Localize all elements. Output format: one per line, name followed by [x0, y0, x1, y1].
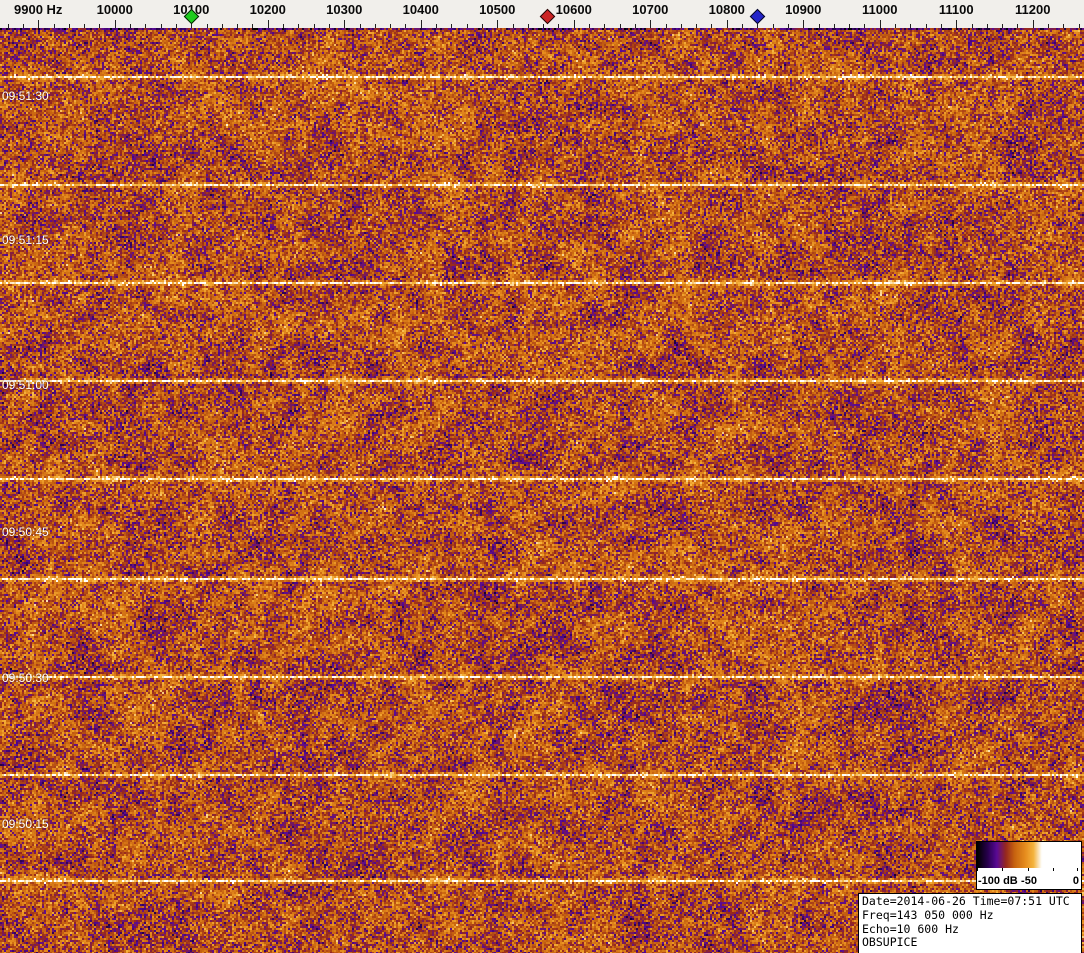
ruler-tick [864, 24, 865, 28]
info-frequency: Freq=143 050 000 Hz [862, 909, 1078, 923]
ruler-tick [727, 20, 728, 28]
ruler-tick [360, 24, 361, 28]
ruler-tick [421, 20, 422, 28]
legend-mid-label: -50 [1021, 875, 1037, 887]
ruler-tick [803, 20, 804, 28]
ruler-tick [757, 24, 758, 28]
ruler-tick [115, 20, 116, 28]
ruler-tick [972, 24, 973, 28]
ruler-tick [635, 24, 636, 28]
ruler-tick [834, 24, 835, 28]
color-scale-legend: -100 dB -50 0 [976, 841, 1082, 890]
ruler-tick [8, 24, 9, 28]
ruler-tick [1063, 24, 1064, 28]
time-label: 09:50:15 [2, 817, 49, 831]
ruler-tick [130, 24, 131, 28]
ruler-tick [926, 24, 927, 28]
legend-tick [1077, 868, 1078, 871]
time-label: 09:50:30 [2, 671, 49, 685]
ruler-tick [1079, 24, 1080, 28]
ruler-tick [99, 24, 100, 28]
ruler-tick [543, 24, 544, 28]
ruler-tick [681, 24, 682, 28]
ruler-tick [69, 24, 70, 28]
ruler-tick [513, 24, 514, 28]
ruler-tick [38, 20, 39, 28]
ruler-tick [298, 24, 299, 28]
ruler-tick [467, 24, 468, 28]
ruler-tick [314, 24, 315, 28]
ruler-tick [604, 24, 605, 28]
ruler-tick [405, 24, 406, 28]
ruler-tick [941, 24, 942, 28]
ruler-tick [589, 24, 590, 28]
ruler-tick [650, 20, 651, 28]
color-gradient-bar [977, 842, 1079, 868]
frequency-ruler: 9900 Hz100001010010200103001040010500106… [0, 0, 1084, 28]
ruler-tick [252, 24, 253, 28]
ruler-tick [344, 20, 345, 28]
ruler-tick [819, 24, 820, 28]
spectrogram-canvas [0, 28, 1084, 953]
legend-tick [1028, 868, 1029, 871]
ruler-tick [23, 24, 24, 28]
ruler-tick [161, 24, 162, 28]
ruler-tick [329, 24, 330, 28]
ruler-tick [910, 24, 911, 28]
ruler-tick [620, 24, 621, 28]
ruler-tick-label: 11200 [988, 2, 1078, 17]
ruler-tick [849, 24, 850, 28]
observation-info-box: Date=2014-06-26 Time=07:51 UTC Freq=143 … [858, 893, 1082, 953]
ruler-tick [666, 24, 667, 28]
info-station: OBSUPICE [862, 936, 1078, 950]
ruler-tick [880, 20, 881, 28]
ruler-tick [1017, 24, 1018, 28]
ruler-tick [268, 20, 269, 28]
legend-tick [1002, 868, 1003, 871]
ruler-tick [696, 24, 697, 28]
ruler-tick [375, 24, 376, 28]
ruler-tick [742, 24, 743, 28]
color-scale-labels: -100 dB -50 0 [977, 868, 1081, 889]
ruler-tick [482, 24, 483, 28]
ruler-tick [1048, 24, 1049, 28]
ruler-tick [788, 24, 789, 28]
ruler-tick [528, 24, 529, 28]
ruler-tick [895, 24, 896, 28]
ruler-tick [84, 24, 85, 28]
legend-max-label: 0 [1073, 875, 1079, 887]
ruler-tick [390, 24, 391, 28]
ruler-tick [237, 24, 238, 28]
info-date-time: Date=2014-06-26 Time=07:51 UTC [862, 895, 1078, 909]
ruler-tick [574, 20, 575, 28]
ruler-tick [283, 24, 284, 28]
ruler-tick [176, 24, 177, 28]
legend-tick [977, 868, 978, 871]
legend-min-label: -100 dB [978, 875, 1018, 887]
ruler-tick [987, 24, 988, 28]
ruler-tick [436, 24, 437, 28]
waterfall-display: -100 dB -50 0 Date=2014-06-26 Time=07:51… [0, 28, 1084, 953]
ruler-tick [773, 24, 774, 28]
spectrum-waterfall-app: 9900 Hz100001010010200103001040010500106… [0, 0, 1084, 953]
ruler-tick [558, 24, 559, 28]
ruler-tick [1002, 24, 1003, 28]
ruler-tick [145, 24, 146, 28]
ruler-tick [1033, 20, 1034, 28]
ruler-tick [451, 24, 452, 28]
legend-tick [1053, 868, 1054, 871]
ruler-tick [497, 20, 498, 28]
time-label: 09:51:30 [2, 89, 49, 103]
time-label: 09:51:15 [2, 233, 49, 247]
ruler-tick [222, 24, 223, 28]
ruler-tick [54, 24, 55, 28]
ruler-tick [956, 20, 957, 28]
ruler-tick [207, 24, 208, 28]
info-echo: Echo=10 600 Hz [862, 923, 1078, 937]
ruler-tick [711, 24, 712, 28]
time-label: 09:51:00 [2, 378, 49, 392]
time-label: 09:50:45 [2, 525, 49, 539]
